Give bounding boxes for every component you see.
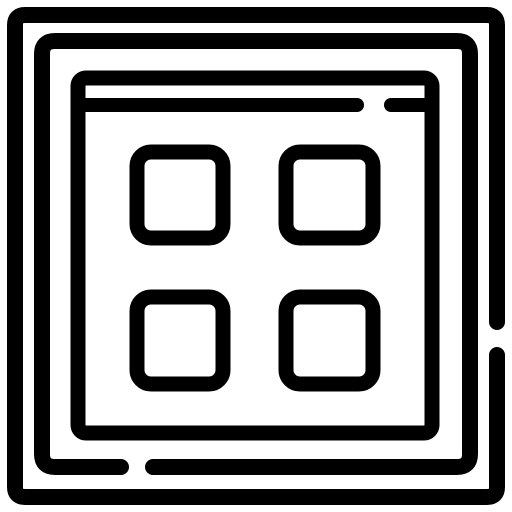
grid-square-top-right	[278, 144, 381, 246]
inner-window-frame	[70, 70, 440, 441]
grid-square-bottom-right	[278, 289, 381, 392]
grid-square-top-left	[129, 144, 231, 246]
app-grid-window-icon	[7, 7, 505, 505]
icon-canvas	[0, 0, 512, 512]
grid-square-bottom-left	[129, 289, 231, 392]
